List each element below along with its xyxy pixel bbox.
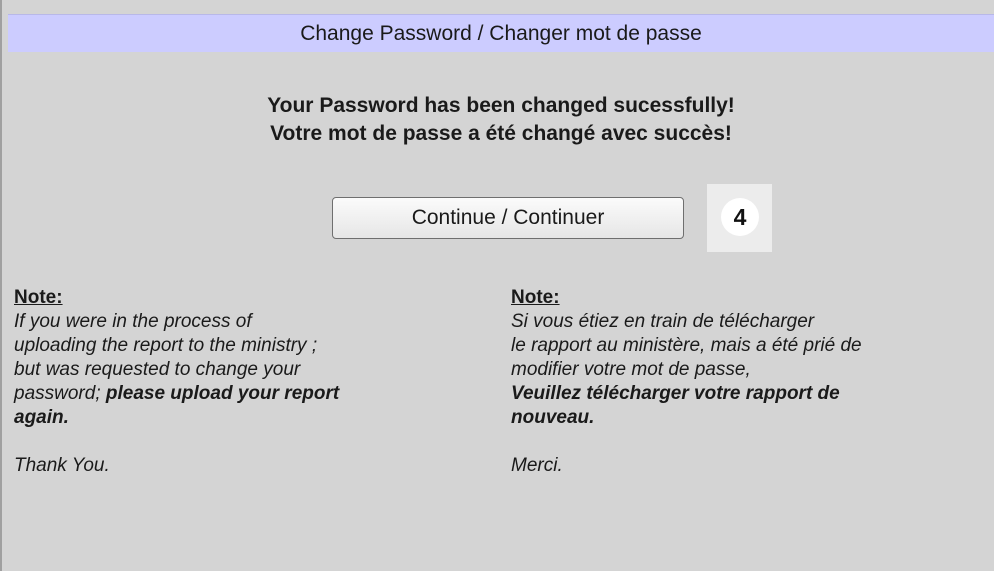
page-title: Change Password / Changer mot de passe [8,14,994,52]
note-french: Note: Si vous étiez en train de téléchar… [511,286,991,478]
note-fr-spacer [511,430,991,454]
note-en-spacer [14,430,484,454]
note-title-en: Note: [14,287,63,308]
step-number-badge: 4 [721,198,759,236]
note-en-line-1: If you were in the process of [14,311,252,332]
note-fr-thanks: Merci. [511,455,563,476]
note-fr-line-4: Veuillez télécharger votre rapport de [511,383,840,404]
note-en-line-5: again. [14,407,69,428]
note-fr-line-3: modifier votre mot de passe, [511,359,751,380]
success-message-en: Your Password has been changed sucessful… [267,94,735,117]
note-fr-line-5: nouveau. [511,407,595,428]
note-title-fr: Note: [511,287,560,308]
note-en-line-4-plain: password; [14,383,106,404]
left-border [0,0,2,571]
note-english: Note: If you were in the process of uplo… [14,286,484,478]
note-fr-line-1: Si vous étiez en train de télécharger [511,311,815,332]
continue-button[interactable]: Continue / Continuer [332,197,684,239]
note-en-line-4: password; please upload your report [14,382,484,406]
note-fr-line-2: le rapport au ministère, mais a été prié… [511,335,862,356]
note-en-line-2: uploading the report to the ministry ; [14,335,318,356]
page-frame: Change Password / Changer mot de passe Y… [0,0,994,571]
success-message-fr: Votre mot de passe a été changé avec suc… [270,122,732,145]
note-en-line-3: but was requested to change your [14,359,301,380]
note-en-thanks: Thank You. [14,455,110,476]
note-en-line-4-bold: please upload your report [105,383,340,404]
